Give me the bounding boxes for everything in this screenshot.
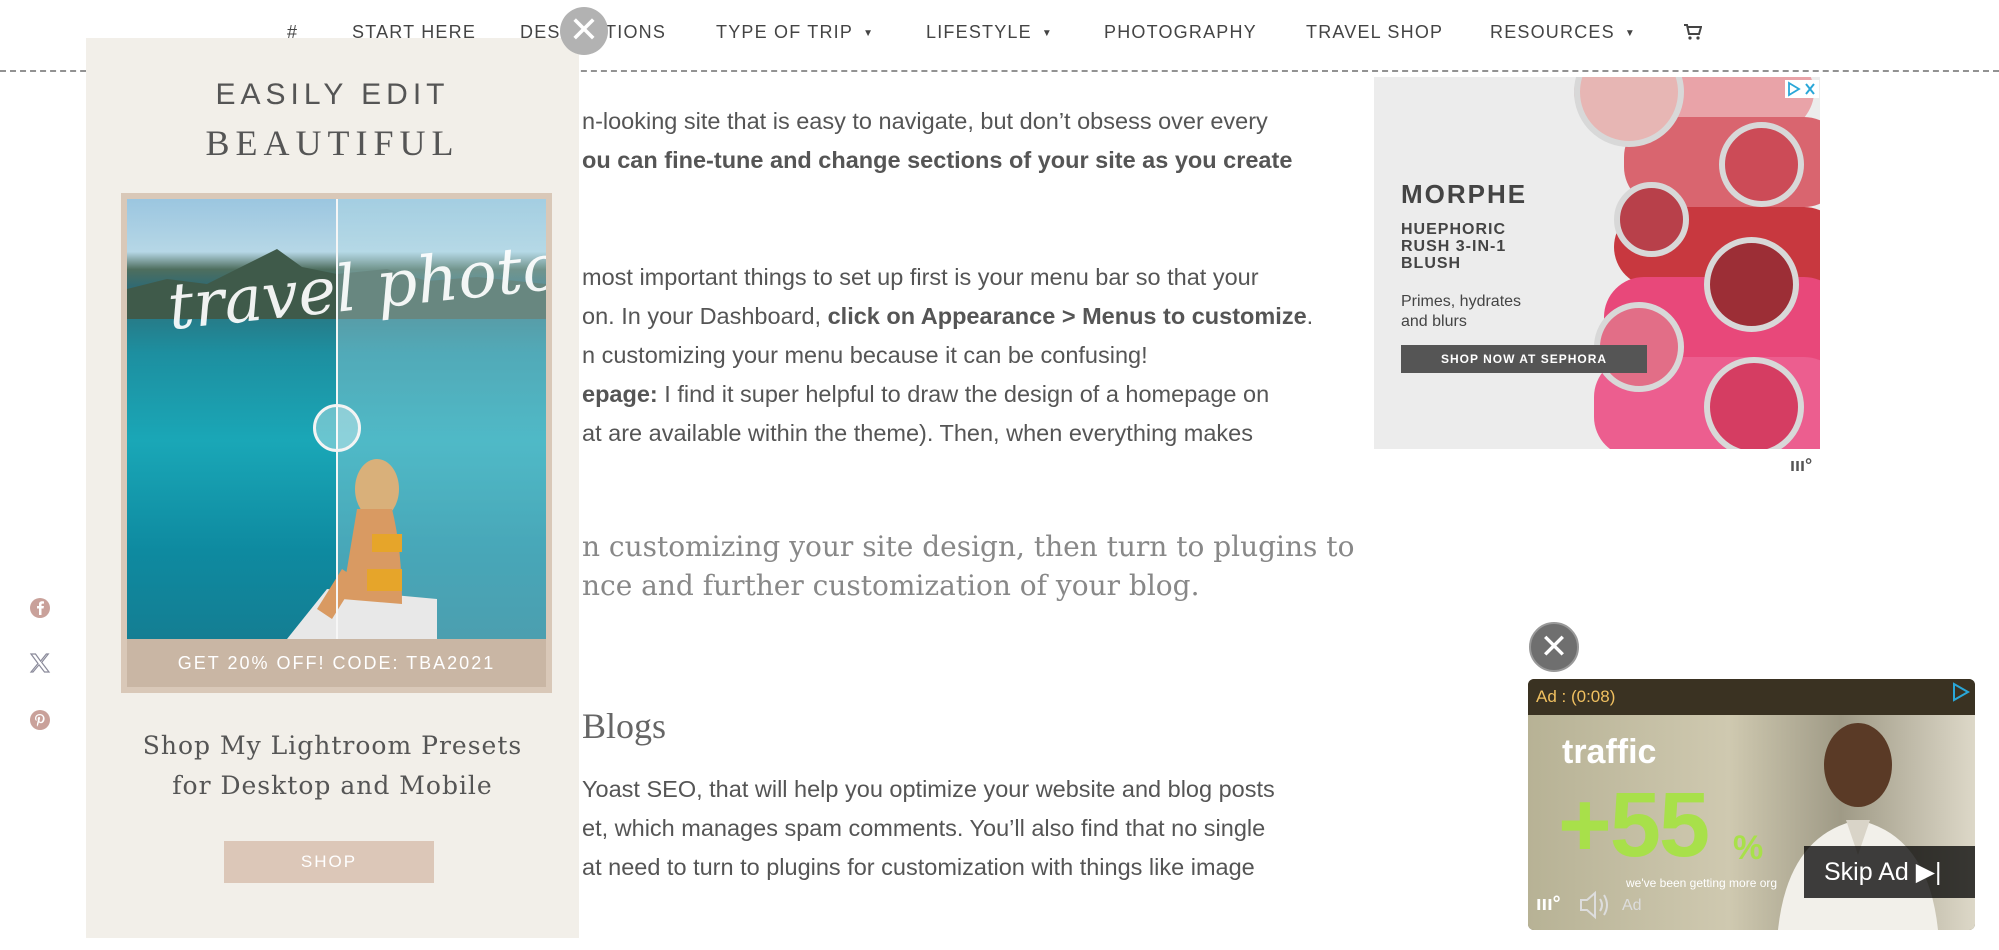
- lightroom-presets-ad[interactable]: EASILY EDIT BEAUTIFUL travel photos GET …: [86, 38, 579, 938]
- video-ad-player[interactable]: Ad : (0:08) traffic +55 % we've been get…: [1528, 679, 1975, 930]
- nav-item-label: TYPE OF TRIP: [716, 22, 854, 42]
- paragraph-line: Yoast SEO, that will help you optimize y…: [582, 776, 1275, 802]
- ad-brand-name: MORPHE: [1401, 179, 1528, 209]
- bold-text: ou can fine-tune and change sections of …: [582, 147, 1293, 173]
- paragraph-line: n customizing your menu because it can b…: [582, 342, 1148, 368]
- ad-headline-line: HUEPHORIC: [1401, 221, 1507, 238]
- before-after-photo: travel photos: [127, 199, 546, 639]
- promo-code-banner: GET 20% OFF! CODE: TBA2021: [127, 639, 546, 687]
- text-span: I find it super helpful to draw the desi…: [657, 381, 1270, 407]
- volume-icon[interactable]: [1578, 889, 1612, 921]
- text-span: on. In your Dashboard,: [582, 303, 828, 329]
- video-ad-percent: %: [1733, 829, 1764, 867]
- bold-text: click on Appearance > Menus to customize: [827, 303, 1307, 329]
- shop-presets-text: Shop My Lightroom Presets: [142, 731, 523, 760]
- nav-item-travel-shop[interactable]: TRAVEL SHOP: [1306, 22, 1443, 43]
- pinterest-icon[interactable]: [28, 708, 52, 732]
- nav-item-photography[interactable]: PHOTOGRAPHY: [1104, 22, 1257, 43]
- nav-item-label: TRAVEL SHOP: [1306, 22, 1444, 42]
- paragraph-line: n-looking site that is easy to navigate,…: [582, 108, 1268, 134]
- blush-compact: [1704, 237, 1799, 332]
- caret-down-icon: ▼: [1041, 28, 1053, 39]
- blush-compact: [1719, 122, 1804, 207]
- close-video-ad-button[interactable]: ✕: [1529, 622, 1579, 672]
- blush-compact: [1704, 357, 1804, 449]
- nav-item-label: PHOTOGRAPHY: [1104, 22, 1257, 42]
- pull-quote-line: n customizing your site design, then tur…: [582, 530, 1355, 563]
- skip-ad-button[interactable]: Skip Ad ▶|: [1804, 846, 1975, 898]
- shop-now-button[interactable]: SHOP NOW AT SEPHORA: [1401, 345, 1647, 373]
- nav-item-lifestyle[interactable]: LIFESTYLE ▼: [926, 22, 1053, 43]
- nav-item-resources[interactable]: RESOURCES ▼: [1490, 22, 1636, 43]
- comparison-slider-handle[interactable]: [313, 404, 361, 452]
- mediavine-logo: ııı°: [1536, 893, 1561, 915]
- pull-quote-line: nce and further customization of your bl…: [582, 569, 1200, 602]
- adchoices-icon[interactable]: [1785, 80, 1819, 98]
- blush-compact: [1614, 182, 1689, 257]
- paragraph-line: et, which manages spam comments. You’ll …: [582, 815, 1266, 841]
- paragraph-line: most important things to set up first is…: [582, 264, 1259, 290]
- ad-headline-line: RUSH 3-IN-1: [1401, 238, 1507, 255]
- video-ad-caption: traffic: [1562, 733, 1657, 771]
- ad-headline: HUEPHORIC RUSH 3-IN-1 BLUSH: [1401, 221, 1506, 272]
- caret-down-icon: ▼: [863, 28, 875, 39]
- ad-subtext-line: Primes, hydrates: [1401, 293, 1522, 310]
- ad-headline-line: BLUSH: [1401, 255, 1462, 272]
- before-after-photo-frame: travel photos GET 20% OFF! CODE: TBA2021: [121, 193, 552, 693]
- paragraph-line: ou can fine-tune and change sections of …: [582, 141, 1292, 180]
- nav-item-type-of-trip[interactable]: TYPE OF TRIP ▼: [716, 22, 874, 43]
- shopping-cart-icon[interactable]: [1684, 24, 1702, 40]
- ad-title-line-1: EASILY EDIT: [215, 78, 450, 111]
- paragraph-line: epage: I find it super helpful to draw t…: [582, 375, 1269, 414]
- video-ad-big-number: +55: [1558, 774, 1710, 876]
- adchoices-icon[interactable]: [1948, 679, 1974, 705]
- ad-label: Ad: [1622, 897, 1642, 914]
- ad-countdown-timer: Ad : (0:08): [1536, 687, 1616, 706]
- bold-text: epage:: [582, 381, 658, 407]
- video-subtitle: we've been getting more org: [1626, 876, 1778, 890]
- ad-title-line-2: BEAUTIFUL: [205, 123, 460, 163]
- paragraph-line: on. In your Dashboard, click on Appearan…: [582, 297, 1313, 336]
- close-ad-button[interactable]: ✕: [560, 7, 608, 55]
- nav-item-label: LIFESTYLE: [926, 22, 1032, 42]
- ad-subtext-line: and blurs: [1401, 313, 1467, 330]
- nav-item-label: RESOURCES: [1490, 22, 1615, 42]
- section-heading: Blogs: [582, 706, 667, 746]
- text-span: .: [1306, 303, 1314, 329]
- mediavine-logo: ııı°: [1790, 455, 1813, 475]
- shop-presets-subtext: for Desktop and Mobile: [172, 771, 493, 800]
- morphe-sephora-ad[interactable]: MORPHE HUEPHORIC RUSH 3-IN-1 BLUSH Prime…: [1374, 77, 1820, 449]
- paragraph-line: at need to turn to plugins for customiza…: [582, 854, 1255, 880]
- ad-subtext: Primes, hydrates and blurs: [1401, 292, 1521, 332]
- shop-button[interactable]: SHOP: [224, 841, 434, 883]
- paragraph-line: at are available within the theme). Then…: [582, 420, 1253, 446]
- woman-on-boat-figure: [287, 459, 437, 639]
- caret-down-icon: ▼: [1624, 28, 1636, 39]
- x-twitter-icon[interactable]: [28, 651, 52, 675]
- facebook-icon[interactable]: [28, 596, 52, 620]
